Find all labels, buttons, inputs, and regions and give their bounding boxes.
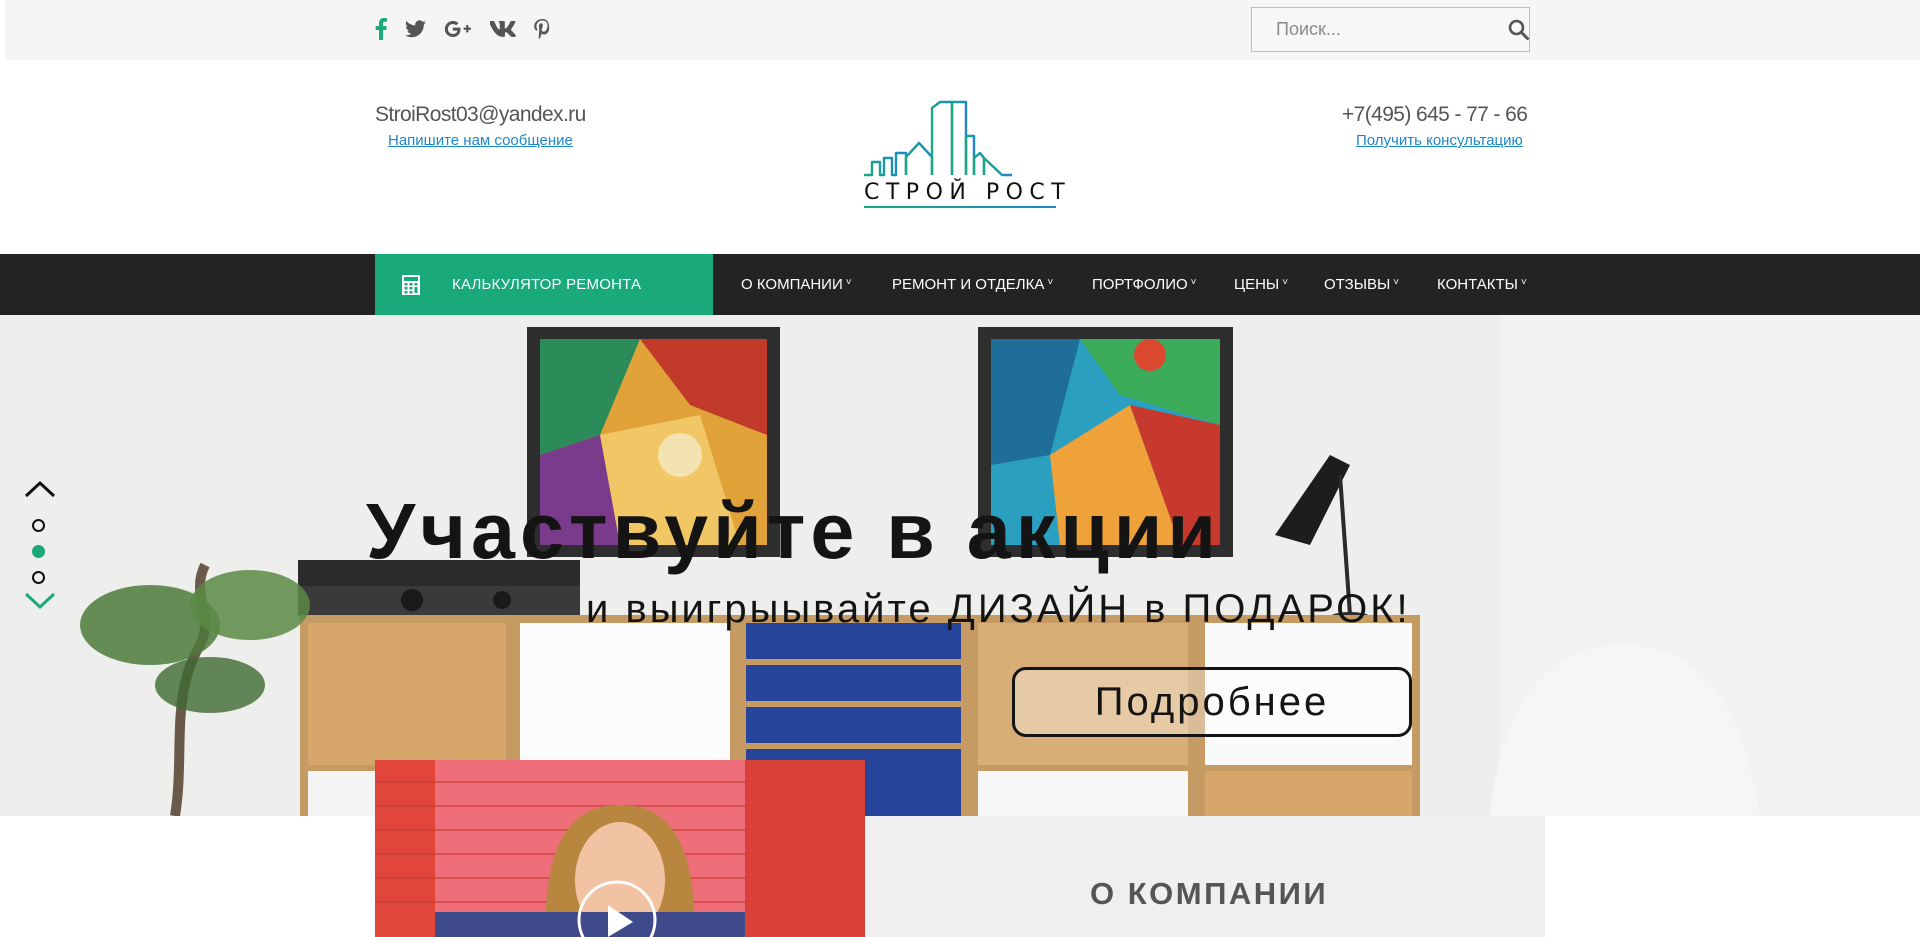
nav-item-reviews[interactable]: ОТЗЫВЫ ˅ <box>1324 254 1399 315</box>
chevron-down-icon: ˅ <box>1047 277 1054 288</box>
nav-item-label: РЕМОНТ И ОТДЕЛКА <box>892 276 1045 293</box>
more-button[interactable]: Подробнее <box>1012 667 1412 737</box>
vk-icon[interactable] <box>490 16 516 42</box>
top-bar <box>5 0 1920 60</box>
header-email: StroiRost03@yandex.ru <box>375 103 586 126</box>
hero-subtitle: и выигрыывайте ДИЗАЙН в ПОДАРОК! <box>586 587 1411 631</box>
calculator-icon <box>402 274 420 295</box>
nav-item-company[interactable]: О КОМПАНИИ ˅ <box>741 254 852 315</box>
google-plus-icon[interactable] <box>444 16 472 42</box>
nav-item-contacts[interactable]: КОНТАКТЫ ˅ <box>1437 254 1527 315</box>
chevron-down-icon: ˅ <box>1282 277 1289 288</box>
chevron-down-icon: ˅ <box>845 277 852 288</box>
social-links <box>375 16 550 42</box>
nav-item-label: ПОРТФОЛИО <box>1092 276 1188 293</box>
pinterest-icon[interactable] <box>534 16 550 42</box>
chevron-down-icon[interactable] <box>24 592 56 610</box>
chevron-down-icon: ˅ <box>1190 277 1197 288</box>
chevron-down-icon: ˅ <box>1520 277 1527 288</box>
facebook-icon[interactable] <box>375 16 387 42</box>
nav-item-portfolio[interactable]: ПОРТФОЛИО ˅ <box>1092 254 1196 315</box>
logo-underline <box>864 206 1056 208</box>
twitter-icon[interactable] <box>405 16 426 42</box>
consultation-link[interactable]: Получить консультацию <box>1356 132 1523 149</box>
play-icon[interactable] <box>579 882 655 937</box>
nav-item-label: О КОМПАНИИ <box>741 276 843 293</box>
logo-text: СТРОЙ РОСТ <box>864 180 1072 205</box>
header-phone: +7(495) 645 - 77 - 66 <box>1342 103 1528 126</box>
chevron-down-icon: ˅ <box>1393 277 1400 288</box>
calculator-label: КАЛЬКУЛЯТОР РЕМОНТА <box>452 276 642 293</box>
hero-title: Участвуйте в акции <box>366 486 1221 575</box>
hero-slider: Участвуйте в акции и выигрыывайте ДИЗАЙН… <box>0 315 1920 816</box>
main-nav: КАЛЬКУЛЯТОР РЕМОНТА О КОМПАНИИ ˅ РЕМОНТ И… <box>0 254 1920 315</box>
slide-dot-3[interactable] <box>32 571 45 584</box>
slide-dot-2[interactable] <box>32 545 45 558</box>
write-message-link[interactable]: Напишите нам сообщение <box>388 132 573 149</box>
search-box <box>1251 7 1530 52</box>
nav-item-label: КОНТАКТЫ <box>1437 276 1518 293</box>
search-input[interactable] <box>1252 8 1508 51</box>
slide-dot-1[interactable] <box>32 519 45 532</box>
nav-item-renovation[interactable]: РЕМОНТ И ОТДЕЛКА ˅ <box>892 254 1053 315</box>
nav-item-label: ЦЕНЫ <box>1234 276 1280 293</box>
nav-item-label: ОТЗЫВЫ <box>1324 276 1391 293</box>
chevron-up-icon[interactable] <box>24 480 56 498</box>
about-title: О КОМПАНИИ <box>1090 876 1329 911</box>
calculator-button[interactable]: КАЛЬКУЛЯТОР РЕМОНТА <box>375 254 713 315</box>
nav-item-prices[interactable]: ЦЕНЫ ˅ <box>1234 254 1288 315</box>
search-icon[interactable] <box>1508 8 1529 51</box>
